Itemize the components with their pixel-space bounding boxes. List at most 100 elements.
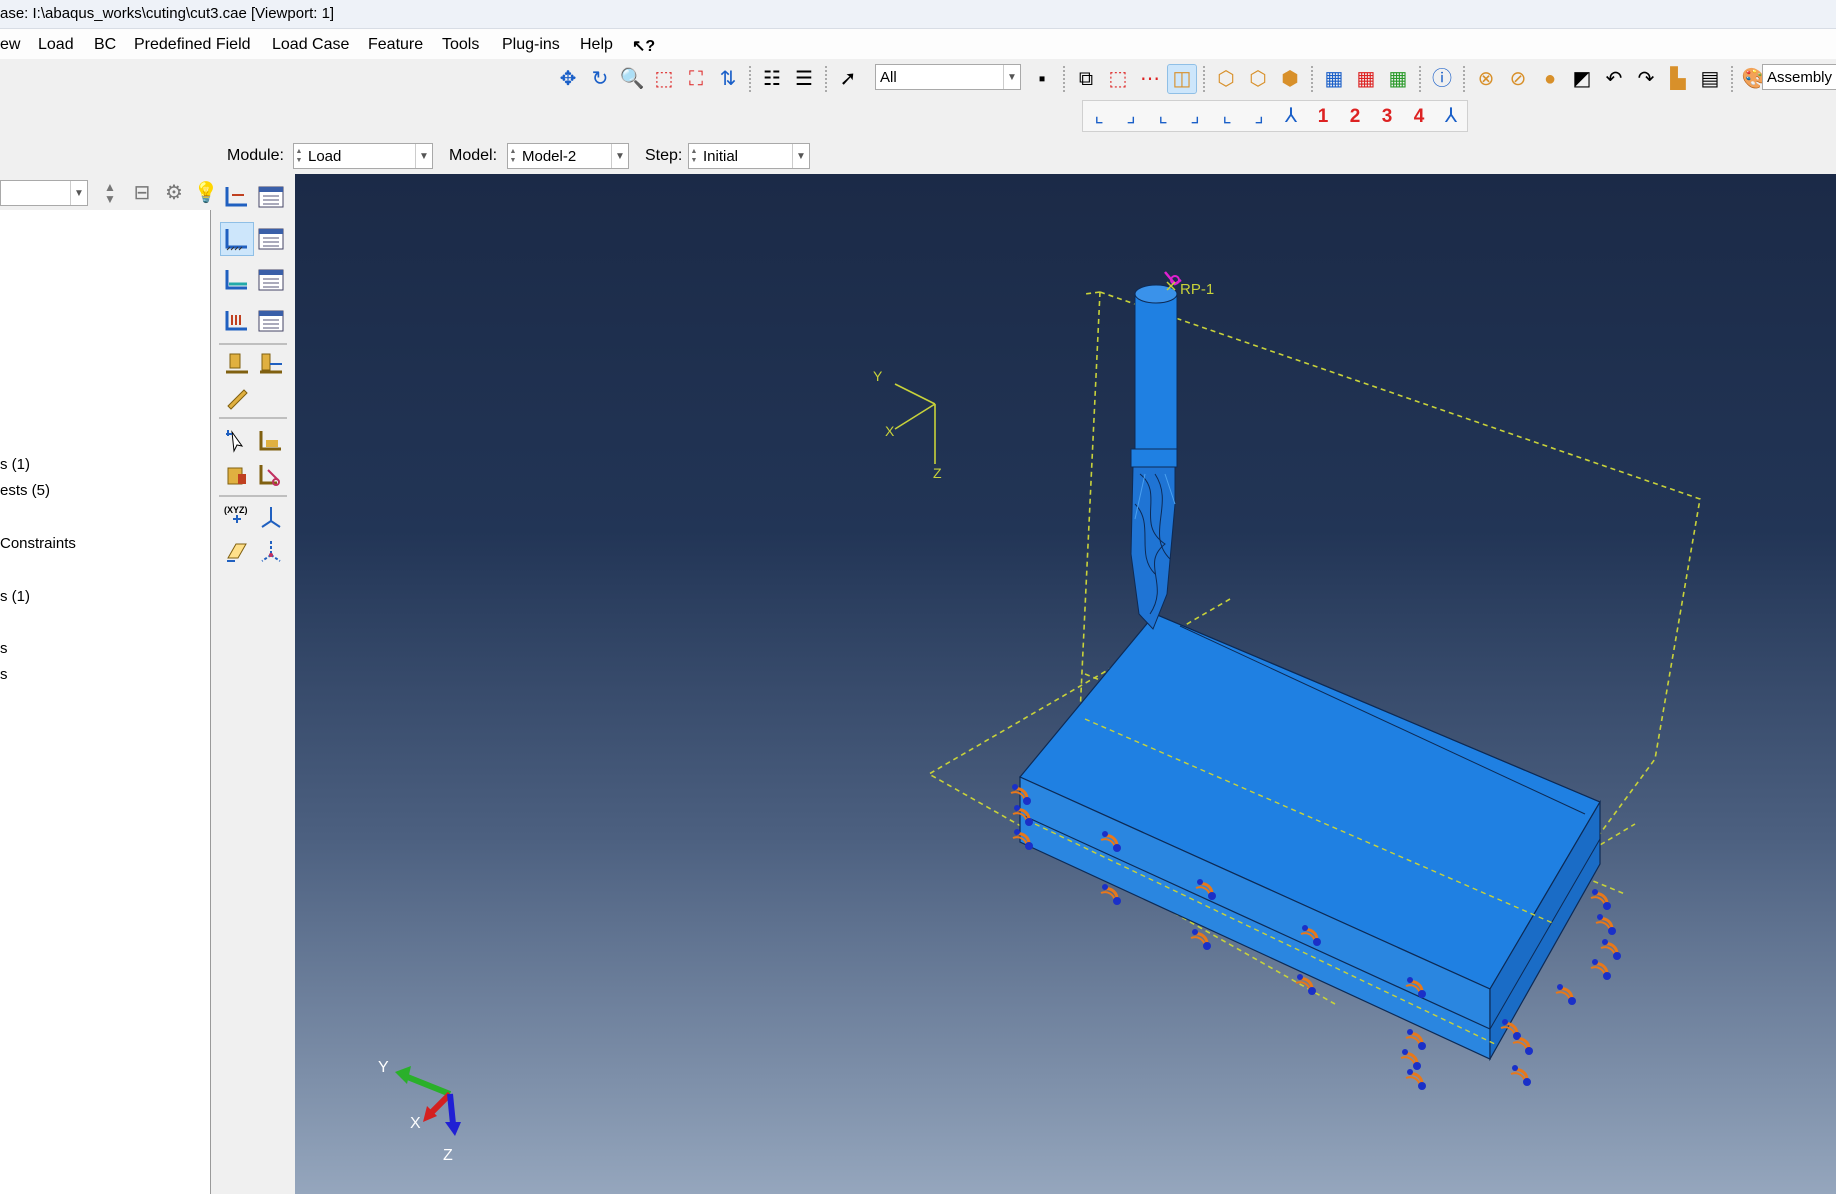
front-view-icon[interactable]: ⌞: [1085, 102, 1113, 130]
menu-predefined-field[interactable]: Predefined Field: [134, 36, 251, 54]
magnify-icon[interactable]: 🔍: [618, 65, 646, 93]
chevron-down-icon[interactable]: ▼: [611, 144, 628, 168]
auto-fit-icon[interactable]: ⛶: [682, 65, 710, 93]
chevron-down-icon[interactable]: ▼: [1003, 65, 1020, 89]
back-view-icon[interactable]: ⌟: [1117, 102, 1145, 130]
datum-axis-icon[interactable]: [255, 535, 287, 567]
menu-plugins[interactable]: Plug-ins: [502, 36, 560, 54]
menu-view[interactable]: ew: [0, 36, 20, 54]
step-combo[interactable]: ▲ ▼ Initial ▼: [688, 143, 810, 169]
datum-csys-icon[interactable]: [255, 501, 287, 533]
collapse-tree-icon[interactable]: ⊟: [128, 179, 156, 207]
tree-item[interactable]: s: [0, 666, 8, 683]
query-icon[interactable]: ◩: [1568, 65, 1596, 93]
viewport[interactable]: RP-1 Y X Z Y X Z: [295, 174, 1836, 1194]
bc-manager-icon[interactable]: [255, 223, 287, 255]
chevron-down-icon[interactable]: ▼: [70, 181, 87, 205]
tree-filter-combo[interactable]: ▼: [0, 180, 88, 206]
part-instance-icon[interactable]: ◫: [1167, 64, 1197, 94]
datum-point-icon[interactable]: (XYZ): [221, 501, 253, 533]
user-view-3-button[interactable]: 3: [1373, 102, 1401, 130]
mesh-icon[interactable]: ▦: [1320, 65, 1348, 93]
step-value: Initial: [703, 147, 739, 165]
partition-icon[interactable]: [255, 425, 287, 457]
node-select-icon[interactable]: ⋯: [1136, 65, 1164, 93]
model-combo[interactable]: ▲ ▼ Model-2 ▼: [507, 143, 629, 169]
tree-item[interactable]: s: [0, 640, 8, 657]
module-combo[interactable]: ▲ ▼ Load ▼: [293, 143, 433, 169]
query-pick-icon[interactable]: [221, 425, 253, 457]
up-down-arrows-icon[interactable]: ▲ ▼: [96, 179, 124, 207]
grid-icon[interactable]: ☰: [790, 65, 818, 93]
right-view-icon[interactable]: ⌟: [1245, 102, 1273, 130]
sphere-icon[interactable]: ●: [1536, 65, 1564, 93]
load-case-manager-icon[interactable]: [255, 305, 287, 337]
chevron-down-icon[interactable]: ▼: [415, 144, 432, 168]
rotate-icon[interactable]: ↻: [586, 65, 614, 93]
bc-symbol: [1595, 914, 1616, 935]
create-predefined-field-icon[interactable]: [221, 264, 253, 296]
parts-icon[interactable]: ▙: [1664, 65, 1692, 93]
tree-item[interactable]: ests (5): [0, 482, 50, 499]
module-toolbox: (XYZ): [213, 175, 293, 1194]
spinner-icon[interactable]: ▲ ▼: [689, 144, 699, 168]
special-tool-icon[interactable]: [221, 347, 253, 379]
hidden-line-icon[interactable]: ⬡: [1244, 65, 1272, 93]
menu-load[interactable]: Load: [38, 36, 74, 54]
bottom-view-icon[interactable]: ⌟: [1181, 102, 1209, 130]
user-view-1-button[interactable]: 1: [1309, 102, 1337, 130]
load-manager-icon[interactable]: [255, 181, 287, 213]
special-tool-2-icon[interactable]: [255, 347, 287, 379]
user-view-2-button[interactable]: 2: [1341, 102, 1369, 130]
intersect-icon[interactable]: ⊘: [1504, 65, 1532, 93]
create-load-case-icon[interactable]: [221, 305, 253, 337]
menu-load-case[interactable]: Load Case: [272, 36, 349, 54]
create-load-icon[interactable]: [221, 181, 253, 213]
menu-help[interactable]: Help: [580, 36, 613, 54]
selection-filter-combo[interactable]: All ▼: [875, 64, 1021, 90]
menu-bc[interactable]: BC: [94, 36, 116, 54]
context-help-icon[interactable]: ↖?: [632, 36, 655, 56]
datum-plane-icon[interactable]: [221, 535, 253, 567]
replace-icon[interactable]: ⧉: [1072, 65, 1100, 93]
redo-icon[interactable]: ↷: [1632, 65, 1660, 93]
pan-icon[interactable]: ✥: [554, 65, 582, 93]
top-view-icon[interactable]: ⌞: [1149, 102, 1177, 130]
pencil-tool-icon[interactable]: [221, 381, 253, 413]
table-icon[interactable]: ▤: [1696, 65, 1724, 93]
spinner-icon[interactable]: ▲ ▼: [294, 144, 304, 168]
box-select-icon[interactable]: ⬚: [1104, 65, 1132, 93]
filter-tree-icon[interactable]: ⚙: [160, 179, 188, 207]
menu-tools[interactable]: Tools: [442, 36, 479, 54]
select-arrow-icon[interactable]: ➚: [834, 65, 862, 93]
ruler-icon[interactable]: ☷: [758, 65, 786, 93]
undo-icon[interactable]: ↶: [1600, 65, 1628, 93]
display-group-icon[interactable]: ▪: [1028, 65, 1056, 93]
shaded-icon[interactable]: ⬢: [1276, 65, 1304, 93]
mesh-green-icon[interactable]: ▦: [1384, 65, 1412, 93]
user-view-4-button[interactable]: 4: [1405, 102, 1433, 130]
create-bc-icon[interactable]: [220, 222, 254, 256]
field-manager-icon[interactable]: [255, 264, 287, 296]
tree-item[interactable]: s (1): [0, 456, 30, 473]
cycle-views-icon[interactable]: ⇅: [714, 65, 742, 93]
iso-view-icon[interactable]: ⅄: [1277, 102, 1305, 130]
scissors-icon[interactable]: [255, 459, 287, 491]
chevron-down-icon[interactable]: ▼: [792, 144, 809, 168]
left-view-icon[interactable]: ⌞: [1213, 102, 1241, 130]
tree-item[interactable]: s (1): [0, 588, 30, 605]
wireframe-icon[interactable]: ⬡: [1212, 65, 1240, 93]
model-canvas[interactable]: RP-1 Y X Z Y X Z: [295, 174, 1836, 1194]
union-icon[interactable]: ⊗: [1472, 65, 1500, 93]
assembly-combo[interactable]: Assembly: [1762, 64, 1836, 90]
menu-feature[interactable]: Feature: [368, 36, 423, 54]
mesh-red-icon[interactable]: ▦: [1352, 65, 1380, 93]
info-icon[interactable]: ⓘ: [1428, 65, 1456, 93]
global-z-label: Z: [443, 1147, 453, 1164]
amplitude-icon[interactable]: [221, 459, 253, 491]
bc-symbol: [1555, 984, 1576, 1005]
box-zoom-icon[interactable]: ⬚: [650, 65, 678, 93]
spinner-icon[interactable]: ▲ ▼: [508, 144, 518, 168]
triad-view-icon[interactable]: ⅄: [1437, 102, 1465, 130]
tree-item[interactable]: Constraints: [0, 535, 76, 552]
